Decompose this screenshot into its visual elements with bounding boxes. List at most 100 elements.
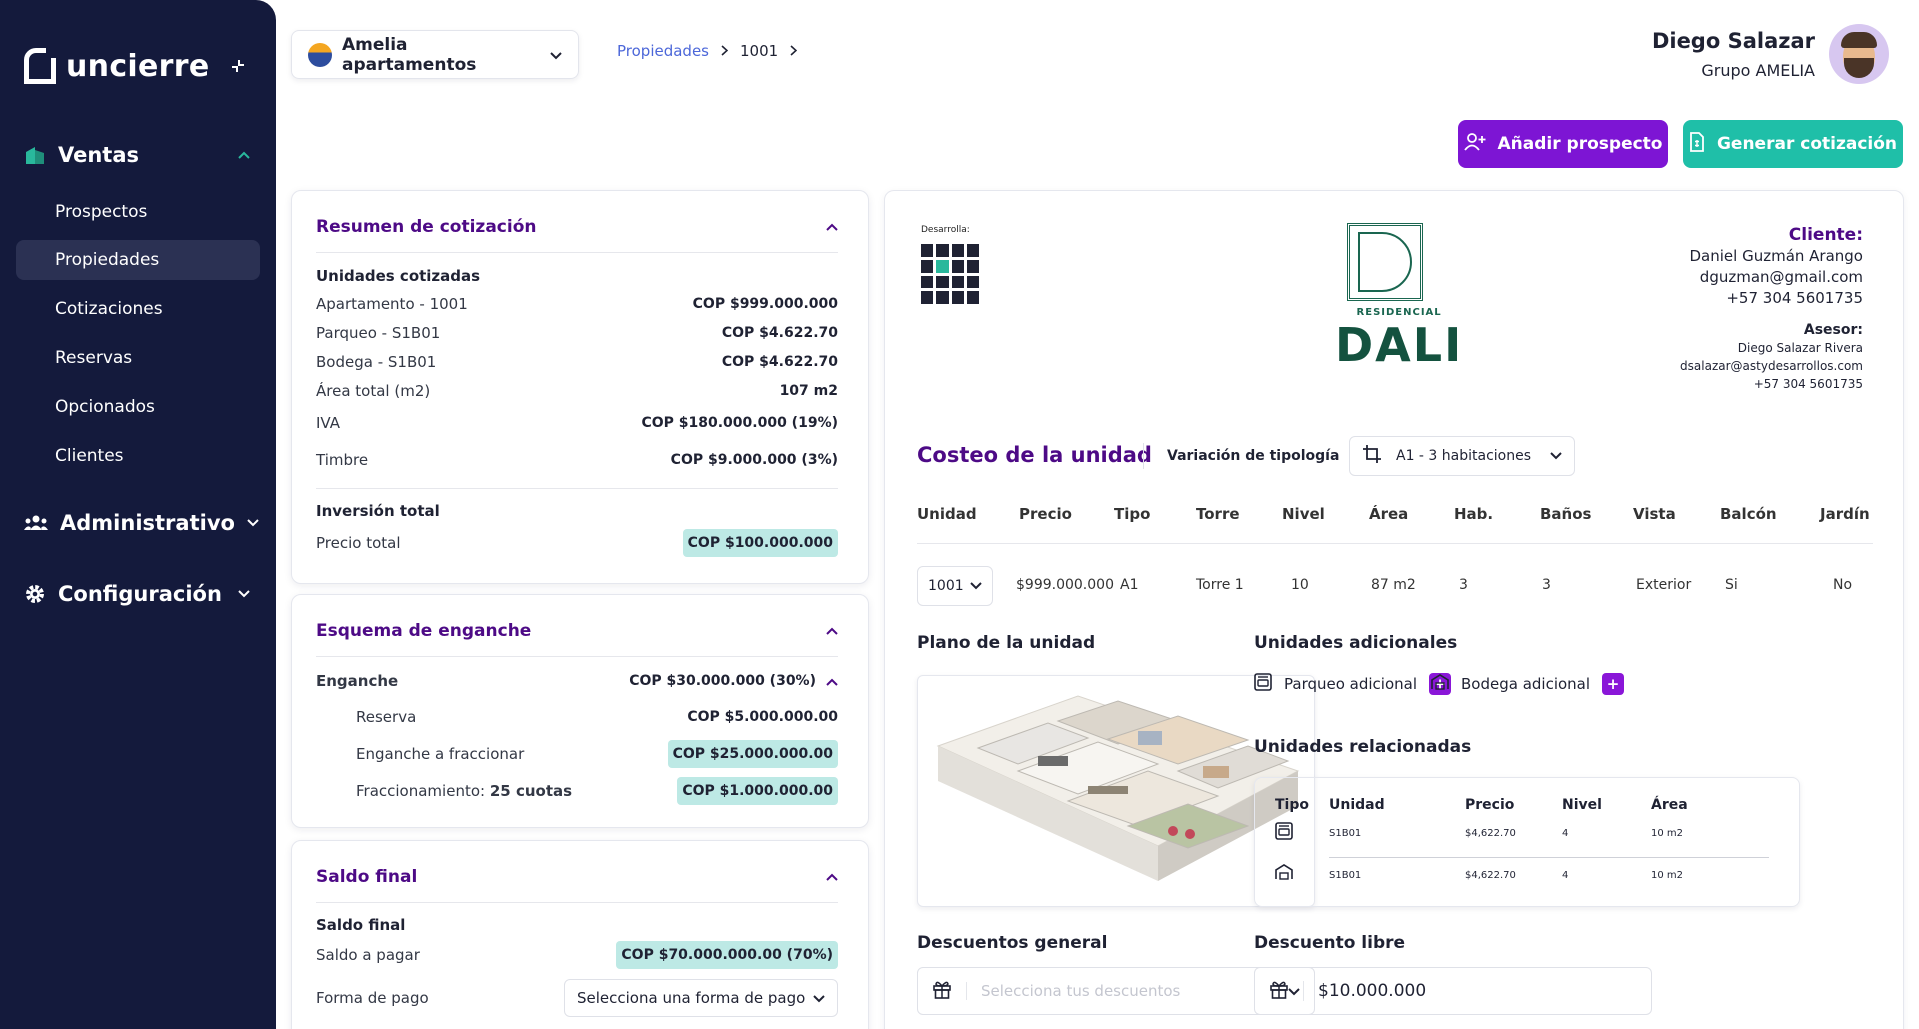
rel-cell-precio: $4,622.70: [1465, 828, 1516, 839]
unit-select[interactable]: 1001: [917, 566, 993, 606]
row-value: 107 m2: [779, 383, 838, 399]
collapse-sidebar-icon[interactable]: [230, 58, 246, 78]
chevron-up-icon[interactable]: [826, 219, 838, 235]
col-banos: Baños: [1540, 505, 1592, 523]
sidebar-item-opcionados[interactable]: Opcionados: [16, 387, 260, 427]
enganche-card: Esquema de enganche Enganche COP $30.000…: [291, 594, 869, 828]
rel-col-precio: Precio: [1465, 797, 1515, 813]
saldo-sub-title: Saldo final: [316, 916, 406, 934]
client-title: Cliente:: [1788, 225, 1863, 245]
costeo-title: Costeo de la unidad: [917, 443, 1152, 467]
col-vista: Vista: [1633, 505, 1676, 523]
user-menu[interactable]: Diego Salazar Grupo AMELIA: [1652, 24, 1889, 84]
chevron-down-icon[interactable]: [247, 515, 259, 531]
storage-icon: [1275, 864, 1293, 884]
nav-group-label: Administrativo: [60, 511, 235, 535]
project-sub: RESIDENCIAL: [1356, 307, 1442, 318]
sidebar-item-clientes[interactable]: Clientes: [16, 436, 260, 476]
payment-method-select[interactable]: Selecciona una forma de pago: [564, 979, 838, 1017]
generate-quote-label: Generar cotización: [1716, 134, 1898, 154]
document-icon: [1689, 131, 1705, 157]
cell-area: 87 m2: [1371, 577, 1416, 593]
sidebar-item-propiedades[interactable]: Propiedades: [16, 240, 260, 280]
row-label: Parqueo - S1B01: [316, 324, 441, 342]
rel-col-unidad: Unidad: [1329, 797, 1385, 813]
chevron-up-icon[interactable]: [826, 672, 838, 690]
gift-icon: [932, 979, 952, 1003]
avatar[interactable]: [1829, 24, 1889, 84]
cell-balcon: Si: [1725, 577, 1738, 593]
ventas-icon: [24, 144, 46, 166]
rel-cell-unidad: S1B01: [1329, 828, 1362, 839]
row-label: Apartamento - 1001: [316, 295, 468, 313]
rel-col-area: Área: [1651, 797, 1688, 813]
row-value: COP $999.000.000: [692, 296, 838, 312]
additional-parking-label: Parqueo adicional: [1284, 675, 1418, 693]
related-units-table: Tipo Unidad Precio Nivel Área S1B01 $4,6…: [1254, 777, 1800, 907]
client-phone: +57 304 5601735: [1726, 289, 1863, 307]
row-label: Área total (m2): [316, 382, 431, 400]
generate-quote-button[interactable]: Generar cotización: [1683, 120, 1903, 168]
rel-col-nivel: Nivel: [1562, 797, 1602, 813]
discount-placeholder: Selecciona tus descuentos: [966, 982, 1274, 1000]
add-storage-button[interactable]: +: [1602, 673, 1625, 695]
project-select[interactable]: Amelia apartamentos: [291, 30, 579, 79]
enganche-title: Esquema de enganche: [316, 621, 532, 641]
developer-logo: [921, 244, 979, 304]
payment-method-placeholder: Selecciona una forma de pago: [577, 989, 806, 1007]
nav-group-ventas[interactable]: Ventas: [24, 143, 250, 167]
row-value: COP $4.622.70: [721, 354, 838, 370]
nav-group-administrativo[interactable]: Administrativo: [24, 511, 259, 535]
crop-icon: [1362, 444, 1382, 468]
cell-nivel: 10: [1291, 577, 1309, 593]
breadcrumb-current: 1001: [740, 42, 779, 60]
sidebar-item-cotizaciones[interactable]: Cotizaciones: [16, 289, 260, 329]
parking-icon: [1254, 673, 1272, 695]
row-label: Timbre: [316, 451, 369, 469]
saldo-pagar-label: Saldo a pagar: [316, 946, 420, 964]
chevron-down-icon: [550, 45, 562, 65]
row-label: IVA: [316, 414, 340, 432]
additional-storage-label: Bodega adicional: [1461, 675, 1591, 693]
saldo-card: Saldo final Saldo final Saldo a pagar COP…: [291, 840, 869, 1029]
discount-free-title: Descuento libre: [1254, 933, 1406, 953]
enganche-label: Enganche: [316, 672, 399, 690]
related-title: Unidades relacionadas: [1254, 737, 1472, 757]
client-info: Cliente: Daniel Guzmán Arango dguzman@gm…: [1690, 225, 1864, 309]
logo-text: uncierre: [66, 48, 210, 84]
discount-free-input[interactable]: $10.000.000: [1254, 967, 1652, 1015]
discount-general-title: Descuentos general: [917, 933, 1108, 953]
chevron-up-icon[interactable]: [826, 869, 838, 885]
chevron-up-icon[interactable]: [826, 623, 838, 639]
col-unidad: Unidad: [917, 505, 977, 523]
cell-hab: 3: [1459, 577, 1468, 593]
dali-logo-icon: [1347, 223, 1423, 301]
col-precio: Precio: [1019, 505, 1072, 523]
row-label: Bodega - S1B01: [316, 353, 437, 371]
advisor-email: dsalazar@astydesarrollos.com: [1680, 359, 1863, 373]
col-nivel: Nivel: [1282, 505, 1325, 523]
sidebar-item-prospectos[interactable]: Prospectos: [16, 192, 260, 232]
total-value: COP $100.000.000: [682, 529, 838, 557]
summary-card: Resumen de cotización Unidades cotizadas…: [291, 190, 869, 584]
fracc-label: Fraccionamiento:: [356, 782, 486, 800]
chevron-up-icon[interactable]: [238, 147, 250, 163]
chevron-down-icon[interactable]: [238, 586, 250, 602]
rel-cell-precio: $4,622.70: [1465, 870, 1516, 881]
add-user-icon: [1463, 132, 1486, 156]
parking-icon: [1275, 822, 1293, 844]
cell-vista: Exterior: [1636, 577, 1692, 593]
reserva-value: COP $5.000.000.00: [687, 709, 838, 725]
unit-value: 1001: [928, 578, 964, 594]
breadcrumb-root[interactable]: Propiedades: [617, 42, 709, 60]
project-logo-icon: [308, 42, 332, 67]
app-logo[interactable]: uncierre: [24, 48, 209, 84]
sidebar-item-reservas[interactable]: Reservas: [16, 338, 260, 378]
nav-group-configuracion[interactable]: Configuración: [24, 582, 250, 606]
add-prospect-button[interactable]: Añadir prospecto: [1458, 120, 1668, 168]
col-hab: Hab.: [1454, 505, 1494, 523]
typology-select[interactable]: A1 - 3 habitaciones: [1349, 436, 1575, 476]
additional-title: Unidades adicionales: [1254, 633, 1458, 653]
typology-value: A1 - 3 habitaciones: [1396, 448, 1532, 464]
row-value: COP $180.000.000 (19%): [641, 415, 838, 431]
